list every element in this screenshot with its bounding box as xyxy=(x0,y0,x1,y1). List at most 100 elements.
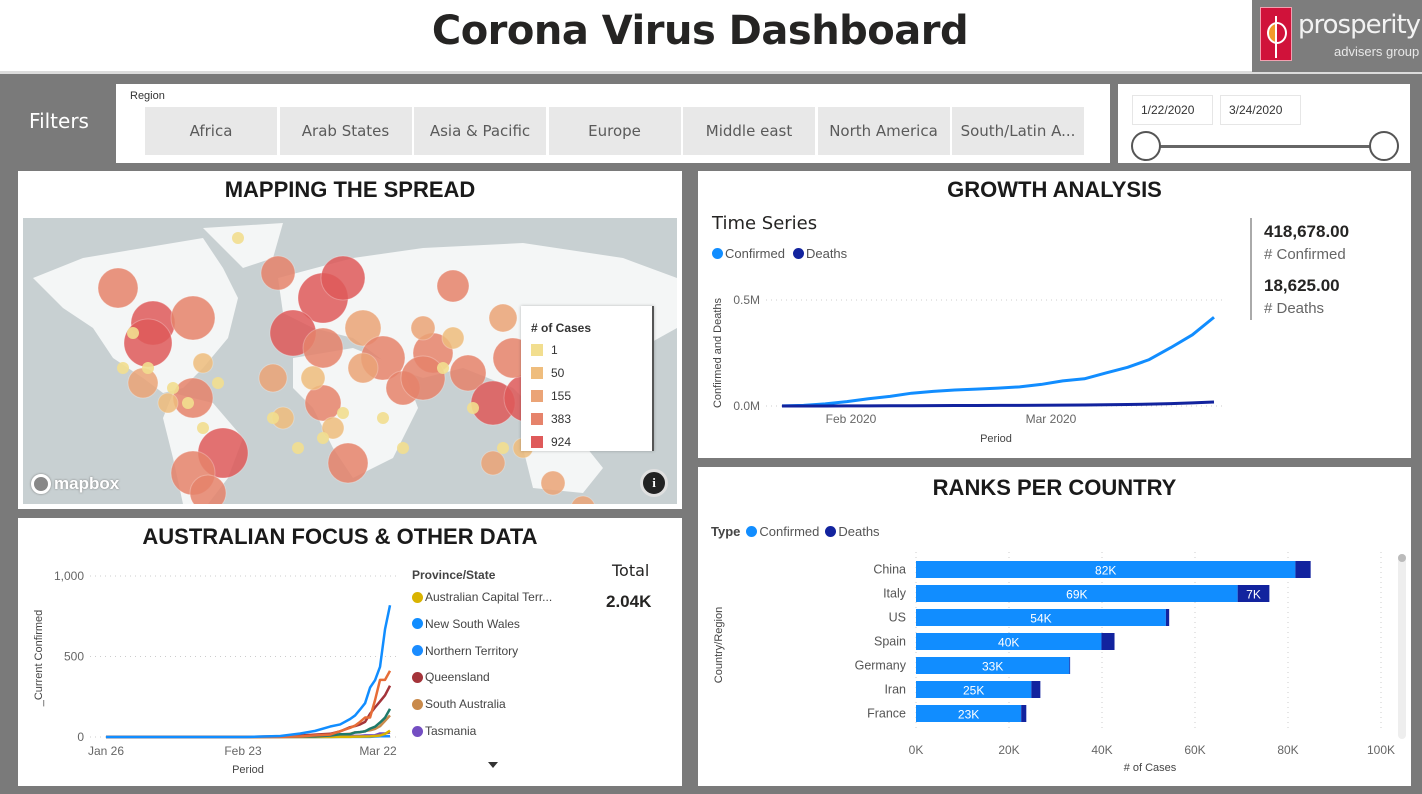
province-dot-icon xyxy=(412,618,423,630)
case-bubble xyxy=(327,442,369,484)
province-legend-item[interactable]: Northern Territory xyxy=(412,644,518,658)
australia-panel-title: AUSTRALIAN FOCUS & OTHER DATA xyxy=(142,524,538,549)
case-bubble xyxy=(441,326,465,350)
category-label: China xyxy=(873,563,906,577)
case-bubble-small xyxy=(437,362,449,374)
bar-deaths xyxy=(1295,561,1311,578)
case-bubble xyxy=(480,450,506,476)
x-tick-label: 60K xyxy=(1184,743,1205,757)
region-button[interactable]: North America xyxy=(817,107,950,155)
province-legend-item[interactable]: Australian Capital Terr... xyxy=(412,590,552,604)
map-legend-label: 50 xyxy=(551,366,565,380)
legend-swatch-icon xyxy=(531,367,543,379)
legend-swatch-icon xyxy=(531,413,543,425)
start-date-input[interactable]: 1/22/2020 xyxy=(1132,95,1213,125)
case-bubble xyxy=(400,355,446,401)
y-tick-label: 500 xyxy=(64,650,84,664)
province-dot-icon xyxy=(412,645,423,657)
legend-confirmed-dot-icon xyxy=(712,248,723,259)
y-tick-label: 1,000 xyxy=(54,569,84,583)
category-label: Italy xyxy=(883,587,907,601)
province-name: New South Wales xyxy=(425,616,520,631)
date-slider-start-handle[interactable] xyxy=(1131,131,1161,161)
x-axis-label: # of Cases xyxy=(1124,762,1177,774)
ranks-bar-chart[interactable]: 0K 20K 40K 60K 80K 100K # of Cases Country/Regi… xyxy=(698,547,1398,782)
x-tick-label: Mar 2020 xyxy=(1026,412,1077,426)
map-legend-item: 383 xyxy=(531,412,571,426)
case-bubble xyxy=(300,365,326,391)
x-tick-label: 80K xyxy=(1277,743,1298,757)
category-label: Germany xyxy=(855,659,907,673)
legend-confirmed[interactable]: Confirmed xyxy=(725,246,785,261)
bar-data-label: 7K xyxy=(1246,588,1261,602)
case-bubble-small xyxy=(197,422,209,434)
time-series-chart[interactable]: 0.5M 0.0M Feb 2020 Mar 2020 Period Confirmed … xyxy=(698,271,1238,451)
case-bubble xyxy=(127,367,159,399)
case-bubble-small xyxy=(292,442,304,454)
x-tick-label: Feb 2020 xyxy=(826,412,877,426)
kpi-deaths-label: # Deaths xyxy=(1264,300,1325,317)
kpi-confirmed-value: 418,678.00 xyxy=(1264,222,1350,241)
region-button[interactable]: Middle east xyxy=(683,107,815,155)
region-button[interactable]: Asia & Pacific xyxy=(414,107,546,155)
legend-deaths-dot-icon xyxy=(792,248,804,259)
map-legend-item: 155 xyxy=(531,389,571,403)
end-date-input[interactable]: 3/24/2020 xyxy=(1220,95,1301,125)
kpi-deaths-value: 18,625.00 xyxy=(1264,276,1340,295)
ranks-legend: Type Confirmed Deaths xyxy=(711,524,880,539)
case-bubble xyxy=(258,363,288,393)
info-icon[interactable]: i xyxy=(640,469,668,497)
mapbox-logo-icon xyxy=(31,474,51,494)
case-bubble-small xyxy=(467,402,479,414)
legend-deaths[interactable]: Deaths xyxy=(806,246,847,261)
case-bubble xyxy=(540,470,566,496)
x-tick-label: 0K xyxy=(909,743,924,757)
case-bubble-small xyxy=(397,442,409,454)
australia-line-chart[interactable]: 0 500 1,000 Jan 26 Feb 23 Mar 22 Period _Curren… xyxy=(18,558,408,783)
case-bubble-small xyxy=(232,232,244,244)
date-slider-end-handle[interactable] xyxy=(1369,131,1399,161)
case-bubble-small xyxy=(212,377,224,389)
date-range-slicer: 1/22/2020 3/24/2020 xyxy=(1118,84,1410,163)
company-logo: prosperity advisers group xyxy=(1252,0,1422,72)
region-button[interactable]: Africa xyxy=(145,107,277,155)
bar-deaths xyxy=(1031,681,1041,698)
case-bubble xyxy=(304,384,342,422)
province-legend-item[interactable]: New South Wales xyxy=(412,617,520,631)
date-slider-track[interactable] xyxy=(1146,145,1384,148)
x-axis-label: Period xyxy=(980,433,1012,445)
province-legend-item[interactable]: Tasmania xyxy=(412,724,476,738)
case-bubble xyxy=(571,495,595,504)
case-bubble xyxy=(157,392,179,414)
case-bubble-small xyxy=(317,432,329,444)
province-legend-item[interactable]: Queensland xyxy=(412,670,490,684)
ranks-legend-confirmed[interactable]: Confirmed xyxy=(759,524,819,539)
x-tick-label: Jan 26 xyxy=(88,744,124,758)
map-legend-label: 383 xyxy=(551,412,572,426)
legend-scroll-down-icon[interactable] xyxy=(488,762,498,768)
case-bubble-small xyxy=(497,442,509,454)
mapbox-attribution[interactable]: mapbox xyxy=(31,474,119,494)
ranks-scrollbar[interactable] xyxy=(1398,554,1406,739)
province-name: Tasmania xyxy=(425,724,477,738)
total-value: 2.04K xyxy=(606,592,652,611)
world-map[interactable]: # of Cases 1 50 155 383 924 mapbox i xyxy=(23,218,677,504)
case-bubble xyxy=(123,318,173,368)
dashboard-title: Corona Virus Dashboard xyxy=(431,8,969,54)
province-dot-icon xyxy=(412,671,423,683)
category-label: Iran xyxy=(884,683,906,697)
case-bubble-small xyxy=(142,362,154,374)
ranks-panel: RANKS PER COUNTRY Type Confirmed Deaths … xyxy=(698,467,1411,786)
case-bubble xyxy=(347,352,379,384)
region-button[interactable]: Europe xyxy=(548,107,681,155)
region-slicer-label: Region xyxy=(130,90,165,102)
case-bubble xyxy=(302,327,344,369)
scrollbar-thumb[interactable] xyxy=(1398,554,1406,562)
province-name: South Australia xyxy=(425,697,506,712)
map-legend-label: 1 xyxy=(551,343,558,357)
region-button[interactable]: South/Latin A... xyxy=(952,107,1084,155)
ranks-legend-deaths[interactable]: Deaths xyxy=(838,524,879,539)
province-legend-item[interactable]: South Australia xyxy=(412,697,506,711)
case-bubble xyxy=(170,295,216,341)
region-button[interactable]: Arab States xyxy=(279,107,412,155)
